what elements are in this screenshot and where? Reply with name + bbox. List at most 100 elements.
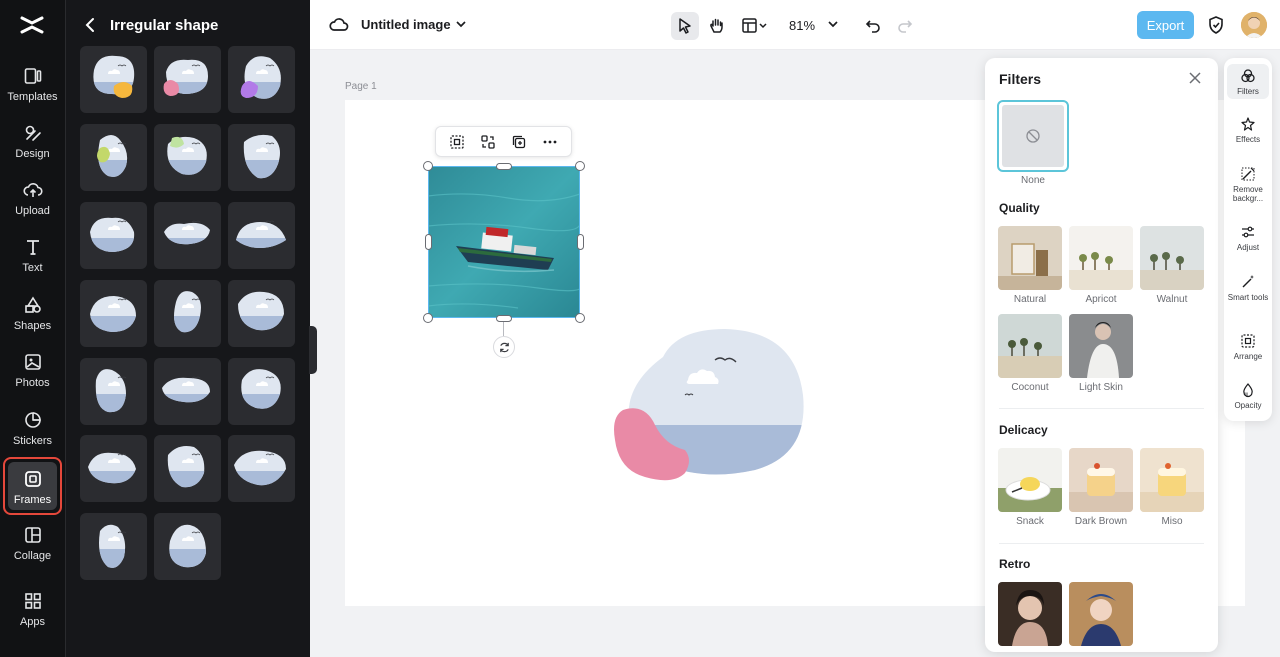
filters-icon	[1241, 69, 1255, 83]
redo-button[interactable]	[891, 12, 919, 40]
filter-none[interactable]	[997, 100, 1069, 172]
strip-item-filters[interactable]: Filters	[1227, 64, 1269, 99]
strip-item-remove-background[interactable]: Remove backgr...	[1227, 166, 1269, 203]
frame-tile[interactable]	[154, 46, 221, 113]
document-title[interactable]: Untitled image	[361, 17, 451, 32]
frame-tile[interactable]	[154, 358, 221, 425]
resize-handle-top-right[interactable]	[575, 161, 585, 171]
hand-tool-button[interactable]	[703, 12, 731, 40]
strip-item-label: Arrange	[1233, 352, 1263, 361]
strip-item-adjust[interactable]: Adjust	[1227, 224, 1269, 252]
filter-label: Natural	[1013, 294, 1047, 305]
filter-thumbnail	[1140, 448, 1204, 512]
resize-handle-bottom-left[interactable]	[423, 313, 433, 323]
filter-item[interactable]: Coconut	[998, 314, 1062, 393]
filter-item[interactable]: Snack	[998, 448, 1062, 527]
rail-item-photos[interactable]: Photos	[4, 346, 61, 400]
frame-tile[interactable]	[154, 435, 221, 502]
rail-item-shapes[interactable]: Shapes	[4, 289, 61, 343]
layout-button[interactable]	[737, 12, 773, 40]
capcut-logo[interactable]	[19, 14, 45, 36]
filter-item[interactable]: Natural	[998, 226, 1062, 305]
zoom-level[interactable]: 81%	[789, 18, 815, 33]
frame-tile[interactable]	[228, 280, 295, 347]
frame-tile[interactable]	[80, 435, 147, 502]
filter-item[interactable]: Walnut	[1140, 226, 1204, 305]
rail-item-collage[interactable]: Collage	[4, 519, 61, 573]
replace-icon[interactable]	[480, 134, 496, 150]
frame-tile[interactable]	[154, 513, 221, 580]
frame-tile[interactable]	[80, 46, 147, 113]
avatar[interactable]	[1241, 12, 1267, 38]
rail-item-upload[interactable]: Upload	[4, 174, 61, 228]
filter-item[interactable]: Dark Brown	[1069, 448, 1133, 527]
frame-tile[interactable]	[228, 435, 295, 502]
resize-handle-top[interactable]	[496, 163, 512, 170]
divider	[999, 543, 1204, 544]
collage-icon	[24, 527, 41, 543]
frame-tile[interactable]	[80, 513, 147, 580]
frame-tile[interactable]	[154, 202, 221, 269]
frame-tile[interactable]	[228, 46, 295, 113]
frame-tile[interactable]	[80, 202, 147, 269]
filter-item[interactable]	[998, 582, 1062, 646]
resize-handle-top-left[interactable]	[423, 161, 433, 171]
back-arrow-icon[interactable]	[82, 16, 100, 34]
strip-item-opacity[interactable]: Opacity	[1227, 382, 1269, 410]
resize-handle-left[interactable]	[425, 234, 432, 250]
strip-item-effects[interactable]: Effects	[1227, 116, 1269, 144]
filter-none-label: None	[1021, 175, 1045, 186]
resize-handle-bottom[interactable]	[496, 315, 512, 322]
frame-shape-thumbnail	[162, 376, 210, 403]
frame-tile[interactable]	[80, 358, 147, 425]
frame-shape-thumbnail	[167, 446, 205, 488]
frames-icon	[24, 471, 41, 487]
chevron-down-icon[interactable]	[826, 17, 840, 31]
frame-tile[interactable]	[154, 124, 221, 191]
cloud-icon[interactable]	[329, 15, 349, 35]
rail-item-label: Design	[15, 148, 50, 160]
frame-shape-thumbnail	[88, 452, 136, 484]
close-icon[interactable]	[1188, 71, 1202, 85]
section-title-delicacy: Delicacy	[999, 423, 1048, 437]
resize-handle-right[interactable]	[577, 234, 584, 250]
frame-tile[interactable]	[154, 280, 221, 347]
filter-item[interactable]: Apricot	[1069, 226, 1133, 305]
frame-tile[interactable]	[228, 202, 295, 269]
frame-tile[interactable]	[228, 358, 295, 425]
more-options-icon[interactable]	[542, 134, 558, 150]
frame-shape-thumbnail	[93, 55, 135, 98]
filter-item[interactable]: Light Skin	[1069, 314, 1133, 393]
rail-item-design[interactable]: Design	[4, 117, 61, 171]
rail-item-apps[interactable]: Apps	[4, 585, 61, 639]
rail-item-frames[interactable]: Frames	[3, 457, 62, 515]
rail-item-templates[interactable]: Templates	[4, 60, 61, 114]
filter-item[interactable]	[1069, 582, 1133, 646]
chevron-down-icon[interactable]	[454, 17, 468, 31]
duplicate-icon[interactable]	[511, 134, 527, 150]
undo-button[interactable]	[859, 12, 887, 40]
rail-item-text[interactable]: Text	[4, 231, 61, 285]
irregular-shape-frame[interactable]	[605, 325, 810, 485]
collapse-panel-handle[interactable]	[309, 326, 317, 374]
design-icon	[25, 125, 41, 141]
rotate-handle[interactable]	[493, 336, 515, 358]
shield-icon[interactable]	[1206, 15, 1226, 35]
strip-item-arrange[interactable]: Arrange	[1227, 333, 1269, 361]
select-tool-button[interactable]	[671, 12, 699, 40]
filter-label: Coconut	[1011, 382, 1049, 393]
rail-item-label: Text	[22, 262, 43, 274]
strip-item-smart-tools[interactable]: Smart tools	[1227, 274, 1269, 302]
rail-item-stickers[interactable]: Stickers	[4, 404, 61, 458]
crop-icon[interactable]	[449, 134, 465, 150]
filter-thumbnail	[1069, 226, 1133, 290]
frame-tile[interactable]	[80, 124, 147, 191]
resize-handle-bottom-right[interactable]	[575, 313, 585, 323]
filter-item[interactable]: Miso	[1140, 448, 1204, 527]
divider	[999, 408, 1204, 409]
frame-shape-thumbnail	[90, 217, 135, 252]
export-button[interactable]: Export	[1137, 11, 1194, 39]
frame-tile[interactable]	[80, 280, 147, 347]
frame-shape-thumbnail	[95, 369, 127, 413]
frame-tile[interactable]	[228, 124, 295, 191]
